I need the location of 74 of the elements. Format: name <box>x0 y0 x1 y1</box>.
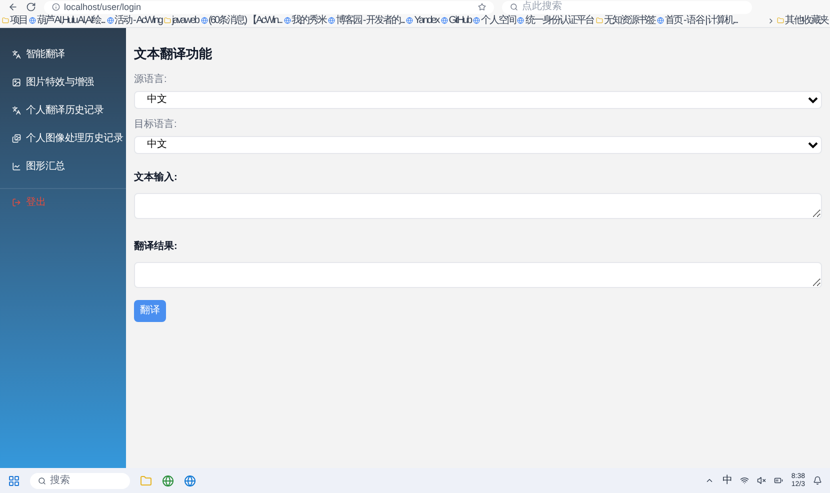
result-field[interactable] <box>134 262 822 288</box>
sidebar-label: 图形汇总 <box>26 160 65 174</box>
search-placeholder: 点此搜索 <box>522 2 562 12</box>
globe-icon <box>657 17 664 24</box>
address-text: localhost/user/login <box>64 2 142 12</box>
globe-icon <box>328 17 335 24</box>
bookmark-item[interactable]: 我的秀米 <box>284 16 326 26</box>
bookmark-label: 项目 <box>10 16 28 26</box>
globe-icon <box>200 17 208 24</box>
globe-icon[interactable] <box>162 474 174 486</box>
sidebar-label: 个人翻译历史记录 <box>26 104 104 118</box>
globe-icon <box>284 17 291 24</box>
ime-indicator[interactable]: 中 <box>722 473 732 488</box>
notification-icon[interactable] <box>813 476 822 485</box>
target-language-label: 目标语言: <box>134 118 178 132</box>
taskbar-search-field[interactable]: 搜索 <box>30 472 130 488</box>
globe-icon <box>440 17 448 24</box>
globe-icon <box>406 17 414 24</box>
globe-icon[interactable] <box>184 474 196 486</box>
logout-icon <box>12 198 21 206</box>
bookmark-label: GitHub <box>448 16 472 26</box>
sidebar-label: 智能翻译 <box>26 48 65 62</box>
target-language-select[interactable]: 中文 <box>134 136 822 154</box>
mute-icon[interactable] <box>757 476 766 485</box>
bookmark-label: Yandex <box>414 16 439 26</box>
translate-icon <box>12 106 21 114</box>
bookmark-label: 其他收藏夹 <box>785 16 828 26</box>
start-icon[interactable] <box>8 474 20 486</box>
page-title: 文本翻译功能 <box>134 45 213 63</box>
address-bar[interactable]: localhost/user/login <box>44 0 494 14</box>
sidebar-item[interactable]: 图片特效与增强 <box>0 68 126 96</box>
search-icon <box>38 476 46 484</box>
sidebar-item[interactable]: 图形汇总 <box>0 152 126 180</box>
translate-icon <box>12 50 21 58</box>
folder-icon <box>596 17 603 24</box>
folder-icon <box>164 17 171 24</box>
bookmark-item[interactable]: 个人空间 <box>473 16 516 26</box>
globe-icon <box>517 17 524 24</box>
sidebar-item[interactable]: 个人翻译历史记录 <box>0 96 126 124</box>
search-icon <box>510 3 518 11</box>
logout-label: 登出 <box>26 196 46 210</box>
bookmark-item[interactable]: Yandex <box>406 16 439 26</box>
sidebar-label: 图片特效与增强 <box>26 76 94 90</box>
battery-icon[interactable] <box>774 476 784 485</box>
bookmark-item[interactable]: GitHub <box>440 16 472 26</box>
bookmark-item[interactable]: javaweb <box>164 16 199 26</box>
chevron-up-icon[interactable] <box>705 476 714 485</box>
text-input-label: 文本输入: <box>134 170 178 184</box>
reload-icon[interactable] <box>26 2 36 12</box>
images-icon <box>12 134 21 142</box>
info-icon <box>52 3 60 11</box>
folder-icon <box>2 17 9 24</box>
sidebar-item[interactable]: 智能翻译 <box>0 40 126 68</box>
bookmark-label: 个人空间 <box>481 16 516 26</box>
globe-icon <box>29 17 36 24</box>
source-language-label: 源语言: <box>134 72 168 86</box>
globe-icon <box>473 17 480 24</box>
result-label: 翻译结果: <box>134 240 178 254</box>
bookmark-label: 我的秀米 <box>292 16 326 26</box>
image-icon <box>12 78 21 86</box>
sidebar-label: 个人图像处理历史记录 <box>26 132 124 146</box>
chart-icon <box>12 162 21 170</box>
bookmark-item[interactable]: 项目 <box>2 16 28 26</box>
sidebar-item[interactable]: 个人图像处理历史记录 <box>0 124 126 152</box>
bookmark-label: javaweb <box>172 16 199 26</box>
source-language-select[interactable]: 中文 <box>134 90 822 108</box>
back-icon[interactable] <box>8 2 18 12</box>
taskbar-search-placeholder: 搜索 <box>50 476 70 486</box>
wifi-icon[interactable] <box>740 476 750 485</box>
folder-icon <box>777 17 784 24</box>
globe-icon <box>106 17 114 24</box>
text-input-field[interactable] <box>134 192 822 218</box>
bookmark-item[interactable]: 其他收藏夹 <box>777 16 828 26</box>
star-icon[interactable] <box>478 3 486 11</box>
